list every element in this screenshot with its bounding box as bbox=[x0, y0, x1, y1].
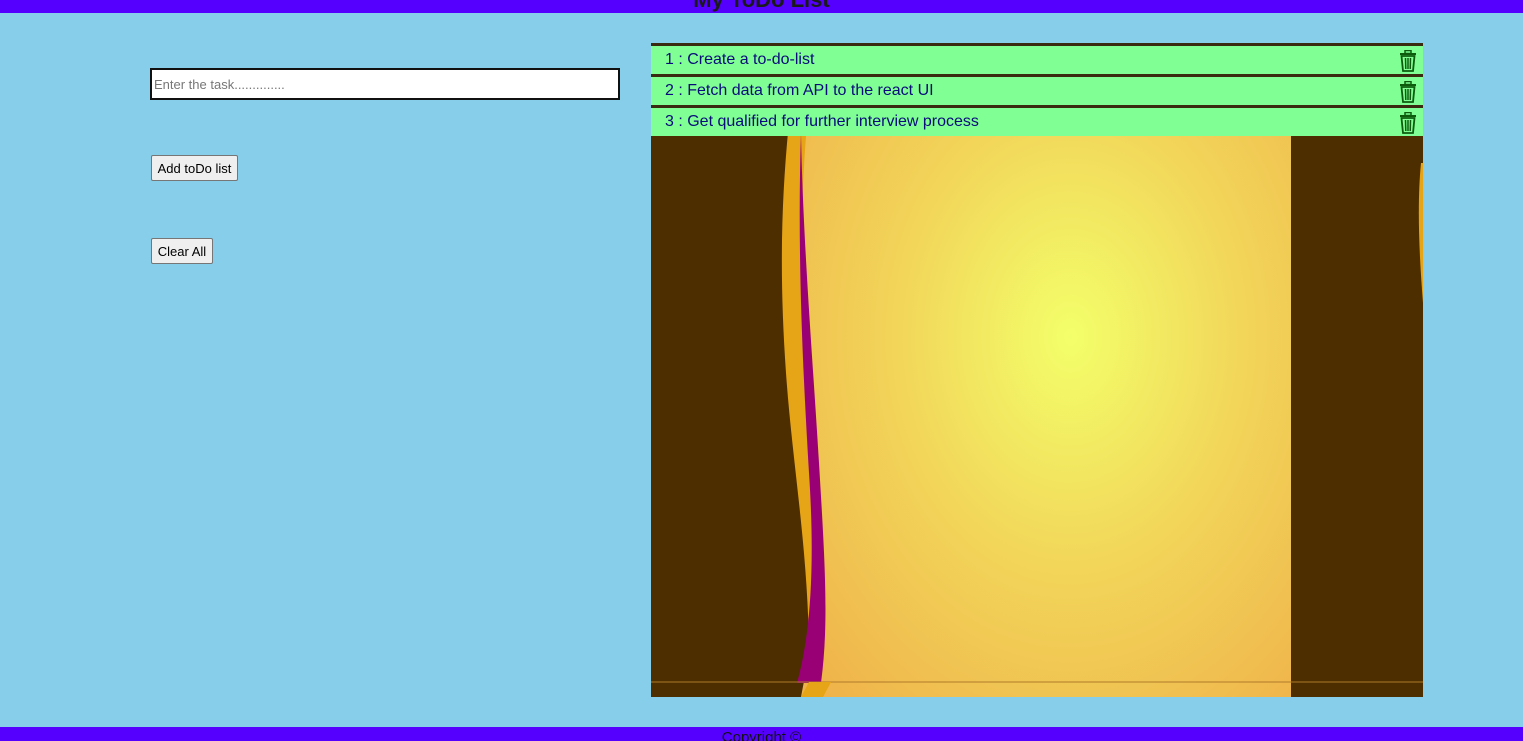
trash-icon[interactable] bbox=[1398, 50, 1418, 72]
footer-bar: Copyright © bbox=[0, 727, 1523, 741]
todo-item-text: 2 : Fetch data from API to the react UI bbox=[665, 82, 934, 99]
task-input[interactable] bbox=[150, 68, 620, 100]
add-todo-button[interactable]: Add toDo list bbox=[151, 155, 238, 181]
clear-all-button[interactable]: Clear All bbox=[151, 238, 213, 264]
copyright-text: Copyright © bbox=[721, 729, 802, 741]
todo-item-text: 3 : Get qualified for further interview … bbox=[665, 113, 979, 130]
trash-icon[interactable] bbox=[1398, 81, 1418, 103]
background-image bbox=[651, 43, 1423, 697]
header-bar: My ToDo List bbox=[0, 0, 1523, 13]
parchment-illustration bbox=[651, 43, 1423, 697]
todo-item: 3 : Get qualified for further interview … bbox=[651, 105, 1423, 136]
page-title: My ToDo List bbox=[0, 0, 1523, 12]
trash-icon[interactable] bbox=[1398, 112, 1418, 134]
todo-item: 2 : Fetch data from API to the react UI bbox=[651, 74, 1423, 105]
todo-item-text: 1 : Create a to-do-list bbox=[665, 51, 815, 68]
todo-item: 1 : Create a to-do-list bbox=[651, 43, 1423, 74]
